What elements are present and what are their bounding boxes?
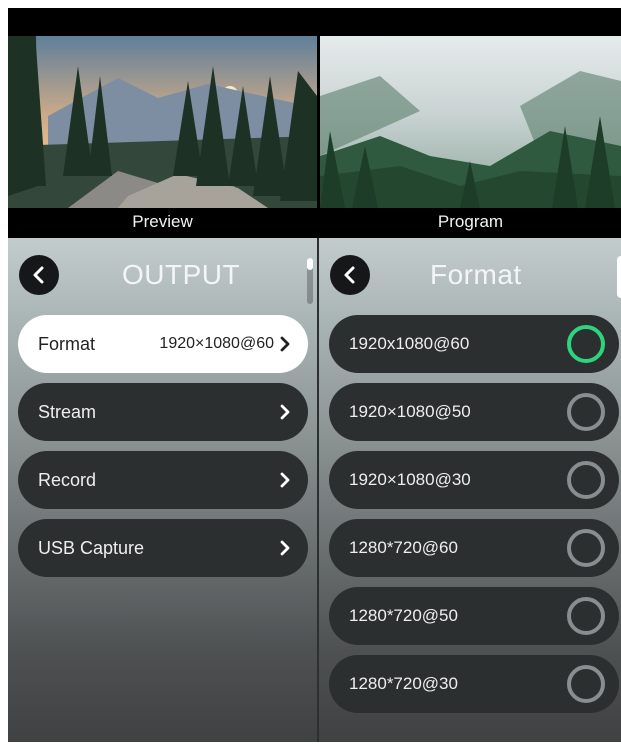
- chevron-right-icon: [280, 336, 290, 352]
- chevron-right-icon: [280, 472, 290, 488]
- menu-item-format[interactable]: Format 1920×1080@60: [18, 315, 308, 373]
- menu-item-label: Format: [38, 333, 96, 354]
- radio-unselected-icon[interactable]: [567, 597, 605, 635]
- output-back-button[interactable]: [19, 255, 59, 295]
- chevron-left-icon: [344, 266, 355, 284]
- format-current-value: 1920×1080@60: [159, 335, 274, 352]
- program-image: [320, 36, 621, 208]
- format-scroll-thumb[interactable]: [617, 256, 621, 298]
- radio-unselected-icon[interactable]: [567, 665, 605, 703]
- output-panel: OUTPUT Format 1920×1080@60 Stream Record…: [8, 238, 317, 742]
- menu-item-label: Record: [38, 469, 97, 490]
- radio-unselected-icon[interactable]: [567, 529, 605, 567]
- chevron-right-icon: [280, 540, 290, 556]
- menu-item-label: Stream: [38, 401, 97, 422]
- format-option[interactable]: 1920x1080@60: [329, 315, 619, 373]
- format-back-button[interactable]: [330, 255, 370, 295]
- radio-unselected-icon[interactable]: [567, 461, 605, 499]
- radio-unselected-icon[interactable]: [567, 393, 605, 431]
- program-video: [320, 36, 621, 208]
- format-option[interactable]: 1280*720@30: [329, 655, 619, 713]
- preview-label: Preview: [8, 208, 317, 238]
- format-option-label: 1280*720@60: [349, 538, 458, 557]
- format-option[interactable]: 1920×1080@30: [329, 451, 619, 509]
- format-option-label: 1920×1080@50: [349, 402, 471, 421]
- output-scroll-thumb[interactable]: [307, 258, 313, 270]
- menu-item-label: USB Capture: [38, 537, 145, 558]
- format-option-label: 1920x1080@60: [349, 334, 470, 353]
- format-option[interactable]: 1280*720@60: [329, 519, 619, 577]
- chevron-left-icon: [33, 266, 44, 284]
- format-option[interactable]: 1920×1080@50: [329, 383, 619, 441]
- menu-item-record[interactable]: Record: [18, 451, 308, 509]
- output-scrollbar[interactable]: [307, 258, 313, 304]
- format-option-label: 1920×1080@30: [349, 470, 471, 489]
- output-title: OUTPUT: [122, 259, 241, 290]
- radio-selected-icon[interactable]: [567, 325, 605, 363]
- menu-item-stream[interactable]: Stream: [18, 383, 308, 441]
- format-option-label: 1280*720@50: [349, 606, 458, 625]
- device-screen: Preview Program OUTPUT Format 1920×1080@…: [8, 8, 621, 742]
- preview-image: [8, 36, 317, 208]
- format-option-label: 1280*720@30: [349, 674, 458, 693]
- menu-item-usb-capture[interactable]: USB Capture: [18, 519, 308, 577]
- program-label: Program: [320, 208, 621, 238]
- preview-video: [8, 36, 317, 208]
- format-panel: Format 1920x1080@60 1920×1080@50 1920×10…: [319, 238, 621, 742]
- format-title: Format: [430, 259, 522, 290]
- format-option[interactable]: 1280*720@50: [329, 587, 619, 645]
- chevron-right-icon: [280, 404, 290, 420]
